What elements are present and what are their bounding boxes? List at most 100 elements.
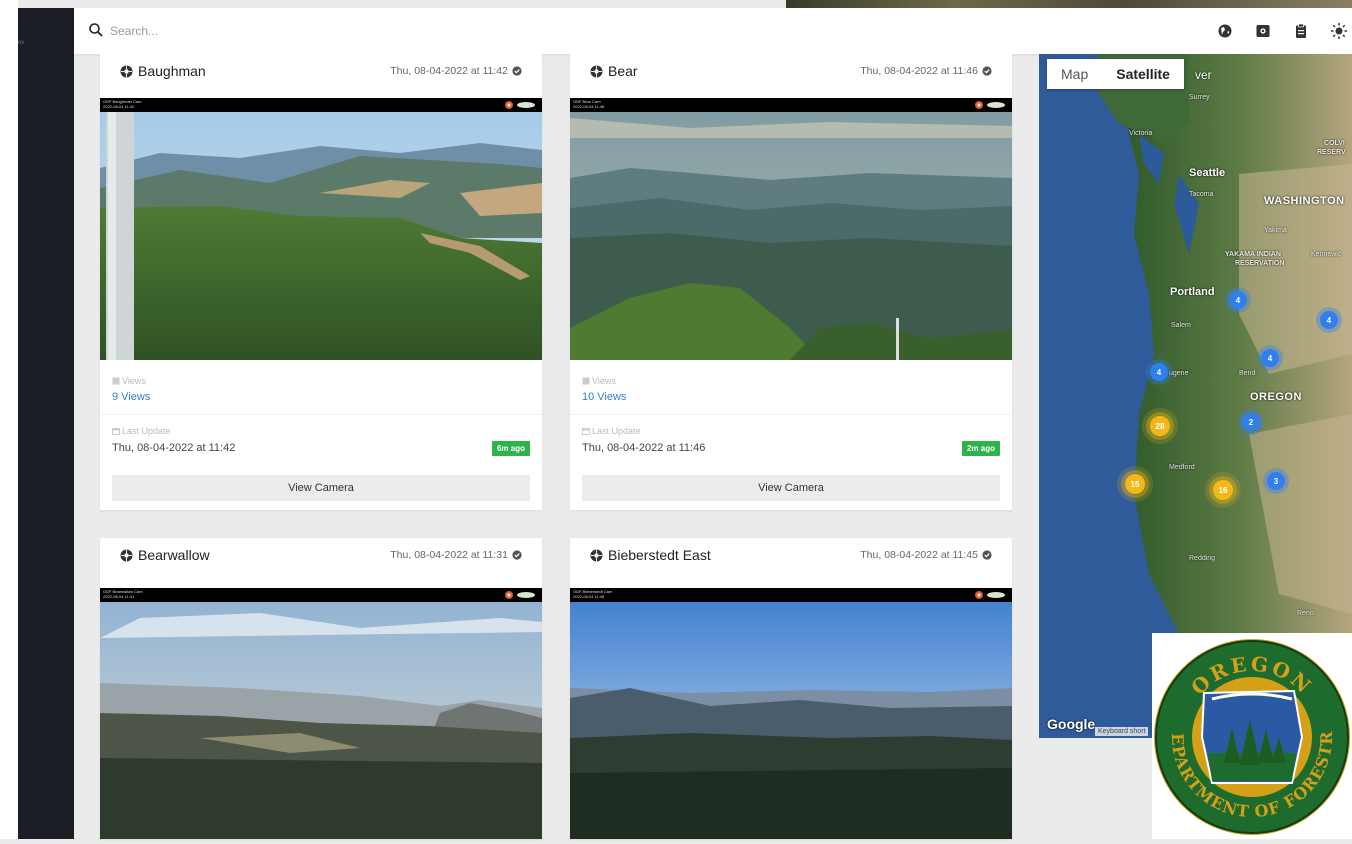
map-label-kennewick: Kennewic bbox=[1311, 251, 1342, 258]
sidebar-mini-text: ov bbox=[18, 40, 25, 46]
camera-image[interactable]: ODF Bear Cam 2022-08-04 11:46 bbox=[570, 98, 1012, 360]
camera-image[interactable]: ODF Baughman Cam 2022-08-04 11:42 bbox=[100, 98, 542, 360]
map-cluster-marker[interactable]: 28 bbox=[1150, 416, 1170, 436]
camera-image[interactable]: ODF Bearwallow Cam 2022-08-04 11:31 bbox=[100, 588, 542, 839]
views-label-text: Views bbox=[592, 376, 616, 386]
map-label-surrey: Surrey bbox=[1189, 94, 1210, 101]
check-circle-icon bbox=[512, 550, 522, 560]
last-update-label-text: Last Update bbox=[122, 426, 171, 436]
map-cluster-marker[interactable]: 3 bbox=[1267, 472, 1285, 490]
status-badge: 2m ago bbox=[961, 441, 1000, 456]
map-label-seattle: Seattle bbox=[1189, 167, 1226, 179]
map-label-victoria: Victoria bbox=[1129, 130, 1153, 137]
calendar-icon bbox=[582, 427, 590, 435]
camera-aperture-icon bbox=[120, 65, 133, 78]
clipboard-icon[interactable] bbox=[1288, 18, 1314, 44]
camera-card: Bear Thu, 08-04-2022 at 11:46 ODF Bear C… bbox=[570, 54, 1012, 510]
search-icon bbox=[88, 22, 104, 38]
google-logo: Google bbox=[1047, 716, 1096, 732]
last-update-value: Thu, 08-04-2022 at 11:42 bbox=[112, 442, 236, 454]
overlay-text: ODF Bear Cam 2022-08-04 11:46 bbox=[573, 99, 605, 109]
map-label-tacoma: Tacoma bbox=[1189, 191, 1214, 198]
card-header: Bearwallow Thu, 08-04-2022 at 11:31 bbox=[100, 538, 542, 574]
views-count-link[interactable]: 9 Views bbox=[112, 391, 150, 403]
odf-seal-logo: OREGON DEPARTMENT OF FORESTRY bbox=[1145, 618, 1352, 839]
check-circle-icon bbox=[982, 550, 992, 560]
overlay-text: ODF Bearwallow Cam 2022-08-04 11:31 bbox=[103, 589, 143, 599]
status-badge: 6m ago bbox=[491, 441, 530, 456]
map-type-tabs: Map Satellite bbox=[1047, 59, 1184, 89]
brightness-icon[interactable] bbox=[1326, 18, 1352, 44]
camera-card: Bieberstedt East Thu, 08-04-2022 at 11:4… bbox=[570, 538, 1012, 839]
camera-date-text: Thu, 08-04-2022 at 11:31 bbox=[390, 549, 508, 561]
map-cluster-marker[interactable]: 4 bbox=[1150, 363, 1168, 381]
map-label-bend: Bend bbox=[1239, 370, 1256, 377]
check-circle-icon bbox=[982, 66, 992, 76]
camera-card: Bearwallow Thu, 08-04-2022 at 11:31 ODF … bbox=[100, 538, 542, 839]
view-camera-button[interactable]: View Camera bbox=[582, 475, 1000, 501]
overlay-logo-icon bbox=[974, 590, 1008, 600]
views-label: Views bbox=[582, 376, 616, 386]
camera-title[interactable]: Bear bbox=[608, 63, 638, 79]
camera-aperture-icon bbox=[120, 549, 133, 562]
map-tab-map[interactable]: Map bbox=[1047, 59, 1102, 89]
map-label-yakima: Yakima bbox=[1264, 227, 1287, 234]
map-label-reno: Reno bbox=[1297, 610, 1314, 617]
camera-date: Thu, 08-04-2022 at 11:46 bbox=[860, 65, 992, 77]
search-input[interactable] bbox=[108, 20, 492, 42]
overlay-logo-icon bbox=[504, 100, 538, 110]
map-label-salem: Salem bbox=[1171, 322, 1191, 329]
views-icon bbox=[582, 377, 590, 385]
left-margin bbox=[0, 0, 18, 839]
overlay-text: ODF Bieberstedt Cam 2022-08-04 11:45 bbox=[573, 589, 613, 599]
camera-date: Thu, 08-04-2022 at 11:42 bbox=[390, 65, 522, 77]
check-circle-icon bbox=[512, 66, 522, 76]
camera-title[interactable]: Bieberstedt East bbox=[608, 547, 711, 563]
map-label-reserv: RESERV bbox=[1317, 149, 1346, 156]
camera-overlay-bar: ODF Bearwallow Cam 2022-08-04 11:31 bbox=[100, 588, 542, 602]
map-label-ver: ver bbox=[1195, 68, 1212, 82]
divider bbox=[570, 414, 1012, 415]
map-tab-satellite[interactable]: Satellite bbox=[1102, 59, 1184, 89]
camera-date: Thu, 08-04-2022 at 11:31 bbox=[390, 549, 522, 561]
view-camera-button[interactable]: View Camera bbox=[112, 475, 530, 501]
map-cluster-marker[interactable]: 4 bbox=[1261, 349, 1279, 367]
camera-title[interactable]: Bearwallow bbox=[138, 547, 210, 563]
map-label-colville: COLVI bbox=[1324, 140, 1345, 147]
map-cluster-marker[interactable]: 4 bbox=[1320, 311, 1338, 329]
camera-title[interactable]: Baughman bbox=[138, 63, 206, 79]
map-label-washington: WASHINGTON bbox=[1264, 195, 1345, 207]
sidebar: ov bbox=[18, 8, 74, 839]
views-count-link[interactable]: 10 Views bbox=[582, 391, 626, 403]
map-label-medford: Medford bbox=[1169, 464, 1195, 471]
map-cluster-marker[interactable]: 4 bbox=[1229, 291, 1247, 309]
map-cluster-marker[interactable]: 15 bbox=[1125, 474, 1145, 494]
globe-icon[interactable] bbox=[1212, 18, 1238, 44]
last-update-value: Thu, 08-04-2022 at 11:46 bbox=[582, 442, 706, 454]
last-update-label: Last Update bbox=[582, 426, 641, 436]
overlay-logo-icon bbox=[504, 590, 538, 600]
map-cluster-marker[interactable]: 16 bbox=[1213, 480, 1233, 500]
overlay-logo-icon bbox=[974, 100, 1008, 110]
map-cluster-marker[interactable]: 2 bbox=[1242, 413, 1260, 431]
camera-date: Thu, 08-04-2022 at 11:45 bbox=[860, 549, 992, 561]
camera-aperture-icon bbox=[590, 65, 603, 78]
camera-square-icon[interactable] bbox=[1250, 18, 1276, 44]
map-label-redding: Redding bbox=[1189, 555, 1216, 562]
camera-overlay-bar: ODF Bear Cam 2022-08-04 11:46 bbox=[570, 98, 1012, 112]
calendar-icon bbox=[112, 427, 120, 435]
card-header: Baughman Thu, 08-04-2022 at 11:42 bbox=[100, 54, 542, 90]
map-label-yakama-2: RESERVATION bbox=[1235, 260, 1285, 267]
last-update-label: Last Update bbox=[112, 426, 171, 436]
camera-image[interactable]: ODF Bieberstedt Cam 2022-08-04 11:45 bbox=[570, 588, 1012, 839]
header-banner-photo bbox=[786, 0, 1352, 8]
map-label-portland: Portland bbox=[1170, 286, 1215, 298]
camera-overlay-bar: ODF Baughman Cam 2022-08-04 11:42 bbox=[100, 98, 542, 112]
divider bbox=[100, 414, 542, 415]
views-label-text: Views bbox=[122, 376, 146, 386]
keyboard-shortcuts-link[interactable]: Keyboard short bbox=[1095, 727, 1149, 736]
camera-card: Baughman Thu, 08-04-2022 at 11:42 ODF Ba… bbox=[100, 54, 542, 510]
camera-overlay-bar: ODF Bieberstedt Cam 2022-08-04 11:45 bbox=[570, 588, 1012, 602]
views-label: Views bbox=[112, 376, 146, 386]
camera-aperture-icon bbox=[590, 549, 603, 562]
